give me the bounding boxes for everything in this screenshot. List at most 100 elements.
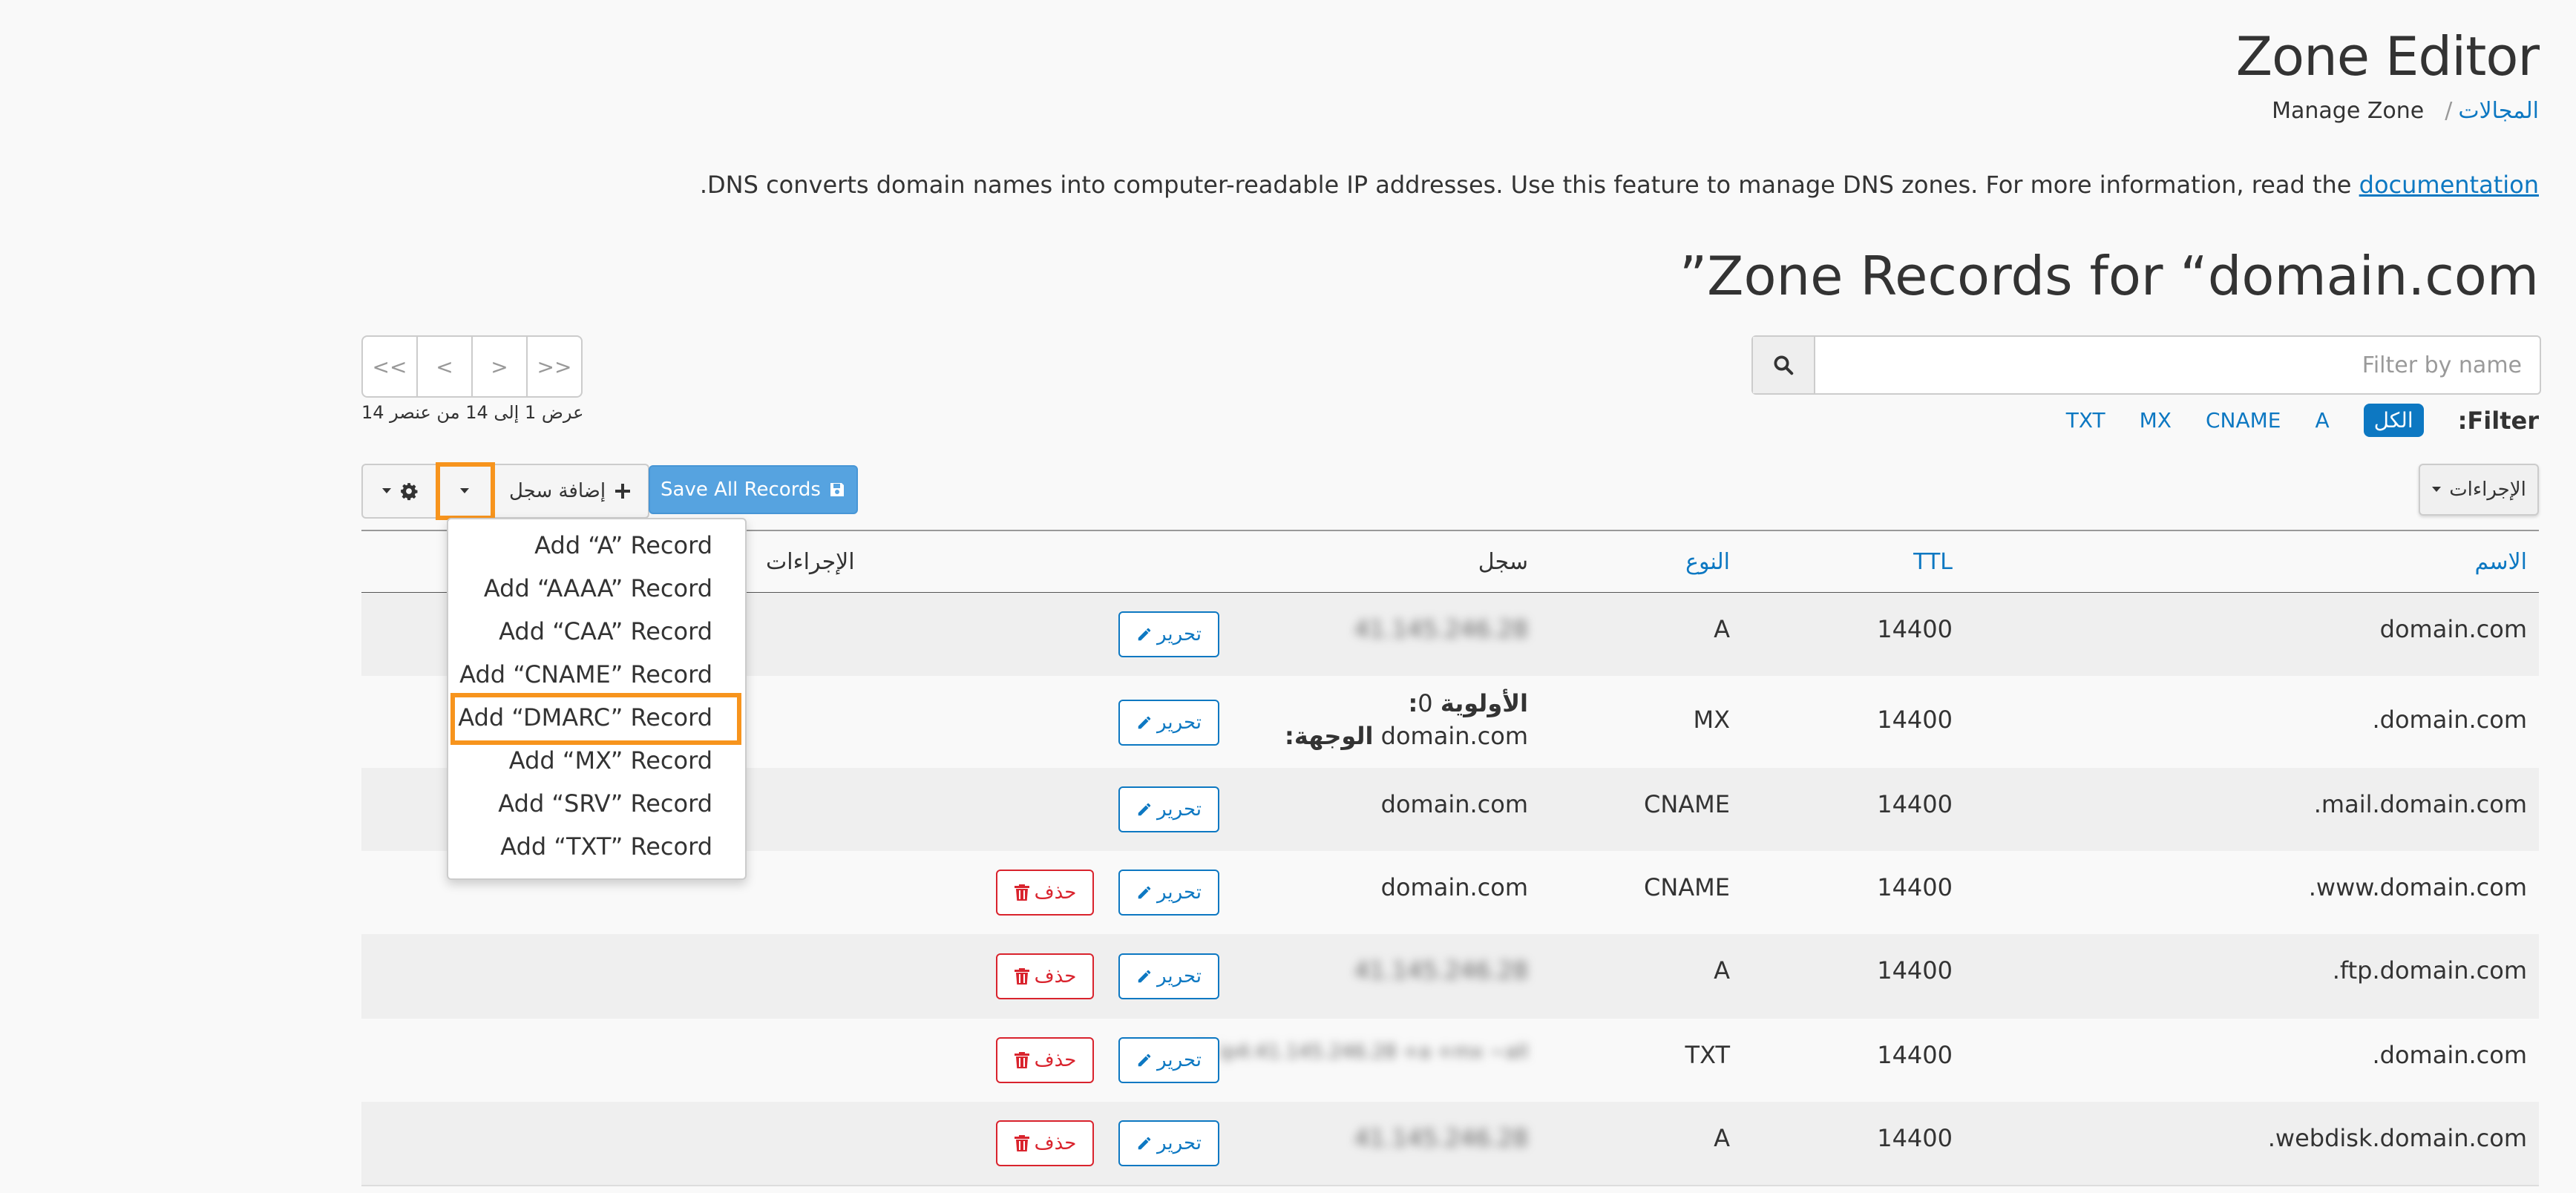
description-text: .DNS converts domain names into computer… [699, 171, 2352, 199]
add-record-dropdown-toggle[interactable] [436, 462, 495, 520]
breadcrumb: Manage Zone / المجالات [2272, 98, 2539, 124]
record-button-group: إضافة سجل [361, 462, 649, 520]
delete-button[interactable]: حذف [996, 1037, 1094, 1083]
edit-button[interactable]: تحرير [1118, 1037, 1219, 1083]
destination-value: domain.com [1380, 722, 1528, 750]
edit-button[interactable]: تحرير [1118, 700, 1219, 746]
menu-item-add-caa[interactable]: Add “CAA” Record [499, 617, 712, 645]
prev-page-button[interactable]: < [418, 337, 473, 396]
record-name: .domain.com [2372, 706, 2527, 734]
record-name: .ftp.domain.com [2332, 956, 2527, 985]
last-page-button[interactable]: >> [528, 337, 581, 396]
menu-item-add-srv[interactable]: Add “SRV” Record [498, 789, 712, 818]
bulk-actions-dropdown[interactable]: الإجراءات [2419, 464, 2539, 516]
documentation-link[interactable]: documentation [2359, 171, 2539, 199]
mx-priority: :الأولوية 0 [1408, 689, 1528, 717]
pencil-icon [1136, 968, 1153, 985]
table-row: .webdisk.domain.com 14400 A 41.145.246.2… [361, 1102, 2539, 1186]
trash-icon [1014, 967, 1030, 985]
pencil-icon [1136, 801, 1153, 818]
pagination: << < > >> [361, 335, 583, 398]
record-value: domain.com [1380, 873, 1528, 901]
menu-item-add-txt[interactable]: Add “TXT” Record [500, 832, 712, 861]
breadcrumb-domains-link[interactable]: المجالات [2458, 98, 2539, 124]
record-name: .domain.com [2372, 1041, 2527, 1069]
filter-txt[interactable]: TXT [2066, 408, 2105, 433]
record-ttl: 14400 [1877, 873, 1953, 901]
menu-item-add-aaaa[interactable]: Add “AAAA” Record [484, 574, 712, 602]
delete-button[interactable]: حذف [996, 870, 1094, 916]
edit-label: تحرير [1157, 1132, 1202, 1154]
record-type: A [1714, 615, 1730, 643]
record-name: .www.domain.com [2308, 873, 2527, 901]
edit-label: تحرير [1157, 623, 1202, 645]
pencil-icon [1136, 714, 1153, 731]
table-row: .ftp.domain.com 14400 A 41.145.246.28 تح… [361, 934, 2539, 1020]
pencil-icon [1136, 884, 1153, 901]
column-header-actions: الإجراءات [766, 549, 855, 575]
record-name: domain.com [2379, 615, 2527, 643]
add-record-label: إضافة سجل [508, 480, 606, 502]
zone-records-heading: ”Zone Records for “domain.com [1679, 245, 2539, 307]
caret-down-icon [2431, 486, 2442, 493]
trash-icon [1014, 1051, 1030, 1069]
results-count: عرض 1 إلى 14 من عنصر 14 [361, 402, 584, 423]
filter-cname[interactable]: CNAME [2206, 408, 2281, 433]
column-header-record: سجل [1478, 549, 1528, 575]
filter-input[interactable] [1815, 337, 2540, 393]
edit-button[interactable]: تحرير [1118, 611, 1219, 657]
record-type: CNAME [1644, 873, 1730, 901]
record-value: 41.145.246.28 [1354, 1124, 1528, 1152]
breadcrumb-separator: / [2445, 98, 2453, 124]
filter-mx[interactable]: MX [2140, 408, 2172, 433]
filter-all[interactable]: الكل [2363, 404, 2424, 437]
page-title: Zone Editor [2235, 25, 2540, 88]
menu-item-add-a[interactable]: Add “A” Record [534, 531, 712, 559]
edit-button[interactable]: تحرير [1118, 953, 1219, 999]
record-type: MX [1693, 706, 1730, 734]
search-icon [1772, 354, 1795, 376]
record-ttl: 14400 [1877, 790, 1953, 818]
breadcrumb-current: Manage Zone [2272, 98, 2425, 124]
first-page-button[interactable]: << [363, 337, 418, 396]
record-ttl: 14400 [1877, 1124, 1953, 1152]
menu-item-add-dmarc[interactable]: Add “DMARC” Record [458, 703, 712, 732]
mx-destination: :الوجهة domain.com [1285, 722, 1528, 750]
delete-label: حذف [1034, 1049, 1077, 1071]
filter-label: :Filter [2457, 406, 2539, 435]
search-button[interactable] [1753, 337, 1815, 393]
column-header-ttl[interactable]: TTL [1913, 549, 1953, 575]
record-ttl: 14400 [1877, 956, 1953, 985]
trash-icon [1014, 1134, 1030, 1152]
menu-item-add-cname[interactable]: Add “CNAME” Record [459, 660, 712, 688]
add-record-menu: Add “A” Record Add “AAAA” Record Add “CA… [447, 518, 747, 880]
next-page-button[interactable]: > [473, 337, 528, 396]
priority-value: 0 [1418, 689, 1433, 717]
filter-box [1751, 335, 2541, 395]
record-type: A [1714, 956, 1730, 985]
menu-item-add-mx[interactable]: Add “MX” Record [509, 746, 712, 775]
settings-dropdown-button[interactable] [363, 465, 439, 517]
record-type: TXT [1685, 1041, 1730, 1069]
column-header-name[interactable]: الاسم [2474, 549, 2527, 575]
record-value: domain.com [1380, 790, 1528, 818]
record-name: .mail.domain.com [2313, 790, 2527, 818]
floppy-disk-icon [828, 481, 846, 499]
delete-button[interactable]: حذف [996, 953, 1094, 999]
edit-button[interactable]: تحرير [1118, 786, 1219, 832]
delete-label: حذف [1034, 881, 1077, 904]
column-header-type[interactable]: النوع [1685, 549, 1730, 575]
edit-button[interactable]: تحرير [1118, 870, 1219, 916]
record-name: .webdisk.domain.com [2267, 1124, 2527, 1152]
trash-icon [1014, 884, 1030, 901]
gear-icon [399, 482, 419, 501]
page-description: .DNS converts domain names into computer… [700, 171, 2539, 199]
save-all-records-button[interactable]: Save All Records [649, 465, 858, 514]
caret-down-icon [459, 487, 471, 495]
save-all-label: Save All Records [661, 479, 821, 501]
add-record-button[interactable]: إضافة سجل [492, 465, 648, 517]
edit-label: تحرير [1157, 881, 1202, 904]
delete-button[interactable]: حذف [996, 1120, 1094, 1166]
filter-a[interactable]: A [2315, 408, 2329, 433]
edit-button[interactable]: تحرير [1118, 1120, 1219, 1166]
